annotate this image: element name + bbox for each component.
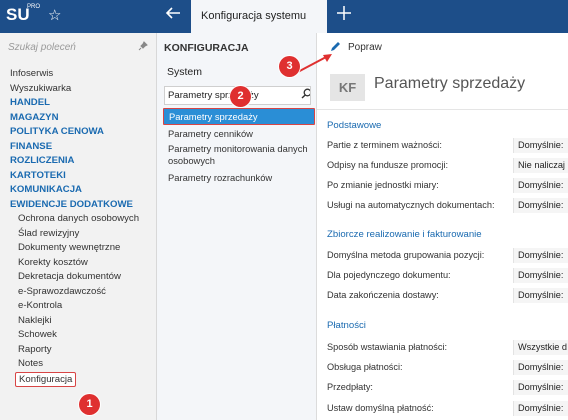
sidebar-item-ochrona-danych-osobowych[interactable]: Ochrona danych osobowych	[10, 212, 155, 227]
sidebar-row: Konfiguracja	[10, 371, 155, 387]
param-value-field[interactable]: Domyślnie:	[513, 248, 568, 263]
param-label: Odpisy na fundusze promocji:	[327, 160, 449, 170]
sidebar-item-komunikacja[interactable]: KOMUNIKACJA	[10, 183, 155, 198]
system-section-label: System	[167, 66, 203, 78]
param-value-field[interactable]: Domyślnie:	[513, 288, 568, 303]
sidebar-row: Raporty	[10, 343, 155, 358]
param-value-field[interactable]: Wszystkie d	[513, 340, 568, 355]
sidebar-item-wyszukiwarka[interactable]: Wyszukiwarka	[10, 82, 155, 97]
sidebar-row: Infoserwis	[10, 67, 155, 82]
sidebar-row: Dokumenty wewnętrzne	[10, 241, 155, 256]
sidebar-item-ślad-rewizyjny[interactable]: Ślad rewizyjny	[10, 227, 155, 242]
sidebar-item-raporty[interactable]: Raporty	[10, 343, 155, 358]
sidebar-item-magazyn[interactable]: MAGAZYN	[10, 111, 155, 126]
param-label: Ustaw domyślną płatność:	[327, 403, 434, 413]
param-label: Sposób wstawiania płatności:	[327, 342, 448, 352]
sidebar-row: EWIDENCJE DODATKOWE	[10, 198, 155, 213]
main-content: Popraw KF Parametry sprzedaży Podstawowe…	[317, 33, 568, 420]
sidebar-item-naklejki[interactable]: Naklejki	[10, 314, 155, 329]
config-item-parametry-cennikow[interactable]: Parametry cenników	[163, 128, 315, 140]
sidebar-row: e-Sprawozdawczość	[10, 285, 155, 300]
param-value-field[interactable]: Domyślnie:	[513, 178, 568, 193]
sidebar-row: Korekty kosztów	[10, 256, 155, 271]
header-divider	[317, 109, 568, 110]
sidebar-row: FINANSE	[10, 140, 155, 155]
group-title-platnosci: Płatności	[327, 320, 366, 331]
sidebar-item-konfiguracja[interactable]: Konfiguracja	[15, 371, 77, 387]
param-label: Dla pojedynczego dokumentu:	[327, 270, 451, 280]
callout-badge-3: 3	[279, 56, 300, 77]
sidebar-item-e-sprawozdawczość[interactable]: e-Sprawozdawczość	[10, 285, 155, 300]
top-bar: SU PRO ☆ Konfiguracja systemu	[0, 0, 568, 33]
sidebar-item-polityka-cenowa[interactable]: POLITYKA CENOWA	[10, 125, 155, 140]
command-search-input[interactable]: Szukaj poleceń	[8, 42, 76, 53]
sidebar-row: Naklejki	[10, 314, 155, 329]
param-label: Data zakończenia dostawy:	[327, 290, 439, 300]
sidebar-item-e-kontrola[interactable]: e-Kontrola	[10, 299, 155, 314]
add-tab-icon[interactable]	[336, 4, 352, 27]
sidebar-menu: Infoserwis Wyszukiwarka HANDEL MAGAZYN POLIT…	[10, 67, 155, 387]
sidebar-row: Schowek	[10, 328, 155, 343]
param-value-field[interactable]: Domyślnie:	[513, 380, 568, 395]
group-title-podstawowe: Podstawowe	[327, 120, 382, 131]
group-title-zbiorcze: Zbiorcze realizowanie i fakturowanie	[327, 229, 482, 240]
back-arrow-icon[interactable]	[164, 4, 182, 27]
sidebar-item-ewidencje-dodatkowe[interactable]: EWIDENCJE DODATKOWE	[10, 198, 155, 213]
param-value-field[interactable]: Domyślnie:	[513, 198, 568, 213]
pin-icon[interactable]	[138, 41, 148, 53]
param-label: Po zmianie jednostki miary:	[327, 180, 439, 190]
sidebar-row: Ślad rewizyjny	[10, 227, 155, 242]
param-value-field[interactable]: Domyślnie:	[513, 360, 568, 375]
param-value-field[interactable]: Domyślnie:	[513, 401, 568, 416]
sidebar-item-notes[interactable]: Notes	[10, 357, 155, 372]
param-value-field[interactable]: Domyślnie:	[513, 268, 568, 283]
sidebar-item-infoserwis[interactable]: Infoserwis	[10, 67, 155, 82]
sidebar-item-dokumenty-wewnętrzne[interactable]: Dokumenty wewnętrzne	[10, 241, 155, 256]
main-sidebar: Szukaj poleceń Infoserwis Wyszukiwarka HAN…	[0, 33, 157, 420]
sidebar-row: POLITYKA CENOWA	[10, 125, 155, 140]
param-value-field[interactable]: Nie naliczaj	[513, 158, 568, 173]
config-item-parametry-monitorowania[interactable]: Parametry monitorowania danych osobowych	[163, 143, 315, 167]
sidebar-item-kartoteki[interactable]: KARTOTEKI	[10, 169, 155, 184]
sidebar-item-korekty-kosztów[interactable]: Korekty kosztów	[10, 256, 155, 271]
sidebar-item-schowek[interactable]: Schowek	[10, 328, 155, 343]
sidebar-row: e-Kontrola	[10, 299, 155, 314]
star-icon[interactable]: ☆	[48, 6, 61, 24]
sidebar-row: Notes	[10, 357, 155, 372]
sidebar-row: KARTOTEKI	[10, 169, 155, 184]
sidebar-row: Dekretacja dokumentów	[10, 270, 155, 285]
sidebar-row: Ochrona danych osobowych	[10, 212, 155, 227]
config-item-parametry-rozrachunkow[interactable]: Parametry rozrachunków	[163, 172, 315, 184]
sidebar-item-handel[interactable]: HANDEL	[10, 96, 155, 111]
param-label: Partie z terminem ważności:	[327, 140, 442, 150]
sidebar-item-dekretacja-dokumentów[interactable]: Dekretacja dokumentów	[10, 270, 155, 285]
param-label: Przedpłaty:	[327, 382, 373, 392]
config-item-parametry-sprzedazy[interactable]: Parametry sprzedaży	[163, 108, 315, 125]
sidebar-item-rozliczenia[interactable]: ROZLICZENIA	[10, 154, 155, 169]
param-value-field[interactable]: Domyślnie:	[513, 138, 568, 153]
page-title: Parametry sprzedaży	[374, 75, 526, 92]
search-icon[interactable]	[301, 88, 310, 102]
edit-button[interactable]: Popraw	[348, 42, 382, 53]
sidebar-row: ROZLICZENIA	[10, 154, 155, 169]
sidebar-row: MAGAZYN	[10, 111, 155, 126]
app-logo[interactable]: SU PRO	[6, 4, 40, 29]
sidebar-row: KOMUNIKACJA	[10, 183, 155, 198]
param-label: Domyślna metoda grupowania pozycji:	[327, 250, 485, 260]
sidebar-item-finanse[interactable]: FINANSE	[10, 140, 155, 155]
sidebar-row: Wyszukiwarka	[10, 82, 155, 97]
logo-pro-label: PRO	[27, 4, 41, 10]
tab-konfiguracja-systemu[interactable]: Konfiguracja systemu	[191, 0, 327, 33]
param-label: Usługi na automatycznych dokumentach:	[327, 200, 495, 210]
sidebar-row: HANDEL	[10, 96, 155, 111]
param-label: Obsługa płatności:	[327, 362, 403, 372]
callout-badge-2: 2	[230, 86, 251, 107]
callout-badge-1: 1	[79, 394, 100, 415]
config-panel-title: KONFIGURACJA	[164, 42, 249, 54]
